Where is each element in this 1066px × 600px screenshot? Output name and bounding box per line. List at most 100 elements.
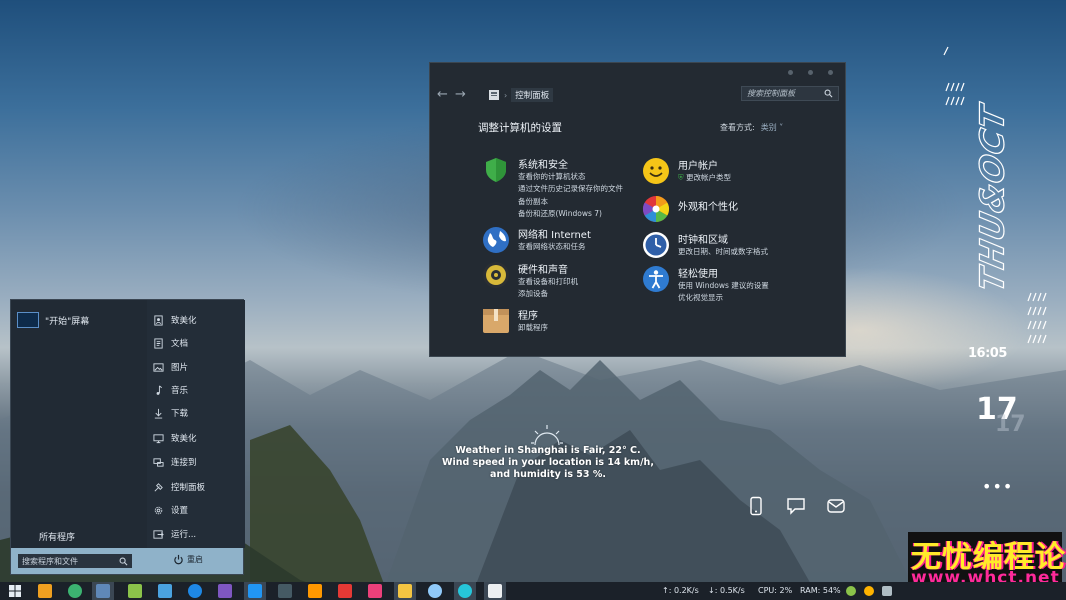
- start-item-label: 连接到: [171, 458, 197, 468]
- category-title[interactable]: 程序: [518, 307, 538, 322]
- office-icon[interactable]: [308, 584, 322, 598]
- power-icon: [174, 554, 183, 565]
- all-programs-link[interactable]: 所有程序: [39, 530, 75, 543]
- category-link[interactable]: 备份副本: [518, 196, 623, 208]
- start-item-downloads[interactable]: 下载: [153, 407, 188, 419]
- category-title[interactable]: 系统和安全: [518, 156, 568, 171]
- control-panel-search-box[interactable]: [741, 86, 839, 101]
- view-by-selector[interactable]: 查看方式: 类别 ˅: [720, 122, 783, 133]
- category-link[interactable]: 查看你的计算机状态: [518, 171, 623, 183]
- edge-browser-icon[interactable]: [188, 584, 202, 598]
- user-doc-icon: [154, 314, 163, 326]
- phone-button[interactable]: [746, 496, 766, 520]
- category-title[interactable]: 用户帐户: [678, 157, 718, 172]
- tray-icon-3[interactable]: [882, 586, 892, 596]
- taskbar-app-4-icon[interactable]: [128, 584, 142, 598]
- category-link[interactable]: ⛨ 更改帐户类型: [678, 172, 731, 184]
- category-links: 查看你的计算机状态 通过文件历史记录保存你的文件 备份副本 备份和还原(Wind…: [518, 171, 623, 220]
- window-titlebar[interactable]: [430, 63, 845, 83]
- start-search-input[interactable]: [22, 556, 110, 566]
- taskbar-app-11-icon[interactable]: [338, 584, 352, 598]
- start-screen-link[interactable]: "开始"屏幕: [17, 312, 89, 328]
- start-item-settings[interactable]: 设置: [153, 504, 188, 516]
- category-links: ⛨ 更改帐户类型: [678, 172, 731, 184]
- category-hardware-sound: 硬件和声音 查看设备和打印机 添加设备: [482, 261, 652, 301]
- start-item-label: 图片: [171, 363, 189, 373]
- more-options-dots[interactable]: •••: [982, 477, 1013, 496]
- minimize-button[interactable]: [788, 70, 793, 75]
- breadcrumb-item[interactable]: 控制面板: [511, 88, 554, 102]
- category-link[interactable]: 查看设备和打印机: [518, 276, 578, 288]
- speaker-icon: [483, 262, 509, 288]
- decor-hatch-icon: [1027, 320, 1047, 330]
- control-panel-window: ← → › 控制面板 调整计算机的设置 查看方式: 类别 ˅ 系统和安全 查看你的…: [429, 62, 846, 357]
- search-icon: [824, 89, 833, 98]
- start-item-run[interactable]: 运行...: [153, 528, 196, 540]
- windows-start-icon[interactable]: [9, 585, 21, 597]
- back-arrow-icon[interactable]: ←: [437, 87, 448, 102]
- taskbar-app-12-icon[interactable]: [368, 584, 382, 598]
- category-title[interactable]: 轻松使用: [678, 265, 718, 280]
- chat-button[interactable]: [786, 496, 806, 520]
- view-by-label: 查看方式:: [720, 123, 755, 132]
- taskbar-app-15-icon[interactable]: [458, 584, 472, 598]
- taskbar-app-3-icon[interactable]: [96, 584, 110, 598]
- start-menu-places-pane: 致美化 文档 图片 音乐 下载 致美化 连接到 控制面板 设置 运行...: [147, 300, 245, 548]
- mail-icon: [827, 499, 845, 513]
- control-panel-icon: [154, 482, 163, 491]
- category-link[interactable]: 查看网络状态和任务: [518, 241, 586, 253]
- category-clock-region: 时钟和区域 更改日期、时间或数字格式: [642, 231, 822, 261]
- photos-icon[interactable]: [158, 584, 172, 598]
- category-link[interactable]: 优化视觉显示: [678, 292, 769, 304]
- category-title[interactable]: 时钟和区域: [678, 231, 728, 246]
- phone-icon: [750, 496, 762, 516]
- qq-icon[interactable]: [428, 584, 442, 598]
- control-panel-search-input[interactable]: [747, 89, 821, 98]
- start-item-label: 下载: [171, 409, 189, 419]
- tray-icon-1[interactable]: [846, 586, 856, 596]
- start-item-control-panel[interactable]: 控制面板: [153, 481, 205, 493]
- network-download-speed: ↓: 0.5K/s: [708, 586, 745, 595]
- category-title[interactable]: 外观和个性化: [678, 198, 738, 213]
- taskbar-app-8-icon[interactable]: [248, 584, 262, 598]
- globe-icon: [483, 227, 509, 253]
- start-item-label: 设置: [171, 506, 189, 516]
- start-item-connect[interactable]: 连接到: [153, 456, 197, 468]
- smiley-user-icon: [643, 158, 669, 184]
- settings-gear-icon: [154, 506, 163, 514]
- clock-time: 16:05: [968, 346, 1007, 361]
- start-item-pictures[interactable]: 图片: [153, 361, 188, 373]
- mail-button[interactable]: [826, 496, 846, 520]
- media-player-icon[interactable]: [218, 584, 232, 598]
- start-search-box[interactable]: [18, 554, 132, 568]
- wechat-icon[interactable]: [68, 584, 82, 598]
- category-link[interactable]: 卸载程序: [518, 322, 548, 334]
- tray-icon-2[interactable]: [864, 586, 874, 596]
- start-item-music[interactable]: 音乐: [153, 384, 188, 396]
- view-by-value[interactable]: 类别 ˅: [761, 123, 784, 132]
- start-item-user[interactable]: 致美化: [153, 314, 197, 326]
- forward-arrow-icon[interactable]: →: [455, 87, 466, 102]
- control-panel-taskbar-icon[interactable]: [488, 584, 502, 598]
- download-icon: [154, 408, 163, 419]
- category-title[interactable]: 网络和 Internet: [518, 226, 591, 241]
- taskbar-app-1-icon[interactable]: [38, 584, 52, 598]
- category-link[interactable]: 通过文件历史记录保存你的文件: [518, 183, 623, 195]
- file-explorer-icon[interactable]: [398, 584, 412, 598]
- taskbar-app-9-icon[interactable]: [278, 584, 292, 598]
- computer-icon: [153, 433, 164, 443]
- start-item-label: 控制面板: [171, 483, 206, 493]
- sun-icon: [531, 425, 563, 446]
- start-item-documents[interactable]: 文档: [153, 337, 188, 349]
- category-link[interactable]: 备份和还原(Windows 7): [518, 208, 623, 220]
- breadcrumb[interactable]: › 控制面板: [488, 88, 554, 102]
- start-item-computer[interactable]: 致美化: [153, 432, 197, 444]
- control-panel-small-icon: [489, 90, 499, 100]
- category-title[interactable]: 硬件和声音: [518, 261, 568, 276]
- maximize-button[interactable]: [808, 70, 813, 75]
- restart-button[interactable]: 重启: [173, 554, 203, 565]
- category-link[interactable]: 添加设备: [518, 288, 578, 300]
- category-link[interactable]: 使用 Windows 建议的设置: [678, 280, 769, 292]
- category-link[interactable]: 更改日期、时间或数字格式: [678, 246, 768, 258]
- close-button[interactable]: [828, 70, 833, 75]
